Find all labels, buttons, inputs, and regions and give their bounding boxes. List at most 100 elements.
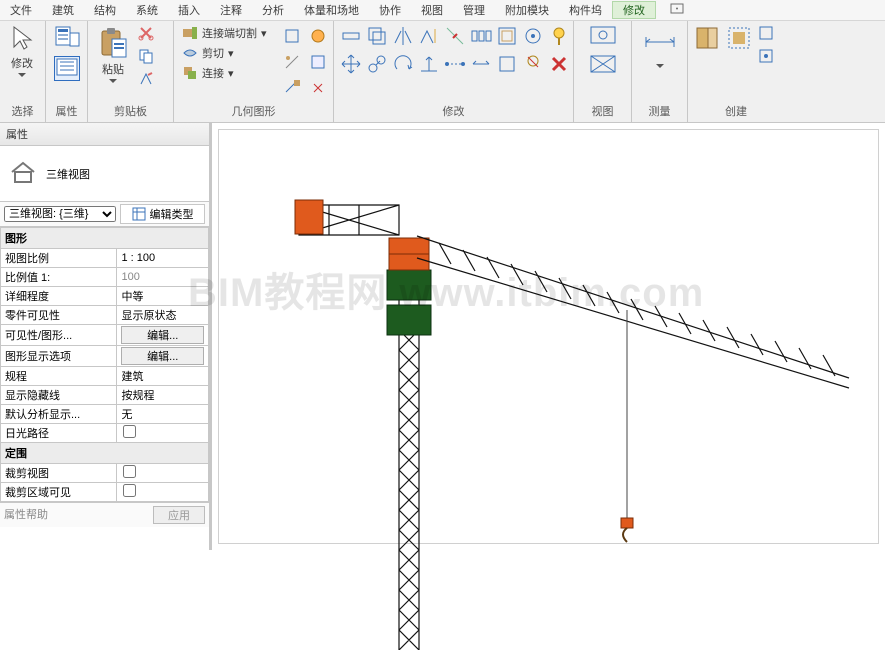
geom-icon[interactable] bbox=[307, 77, 329, 99]
delete-icon[interactable] bbox=[548, 53, 570, 75]
menu-struct[interactable]: 结构 bbox=[84, 2, 126, 18]
ribbon-group-label: 剪贴板 bbox=[88, 101, 173, 122]
apply-button[interactable]: 应用 bbox=[153, 506, 205, 524]
menu-overflow-icon[interactable] bbox=[660, 3, 698, 18]
parts-vis-value[interactable]: 显示原状态 bbox=[117, 306, 209, 325]
prop-key: 图形显示选项 bbox=[1, 346, 117, 367]
menu-file[interactable]: 文件 bbox=[0, 2, 42, 18]
scale-icon[interactable] bbox=[496, 25, 518, 47]
ribbon-group-label: 选择 bbox=[0, 101, 45, 122]
show-hidden-value[interactable]: 按规程 bbox=[117, 386, 209, 405]
view-icon[interactable] bbox=[589, 54, 617, 77]
rotate-icon[interactable] bbox=[392, 53, 414, 75]
modify-tool-label: 修改 bbox=[11, 55, 33, 71]
align-icon[interactable] bbox=[340, 25, 362, 47]
properties-button[interactable] bbox=[54, 25, 80, 52]
default-analysis-value[interactable]: 无 bbox=[117, 405, 209, 424]
properties-help-link[interactable]: 属性帮助 bbox=[4, 506, 48, 524]
prop-key: 裁剪区域可见 bbox=[1, 483, 117, 502]
chevron-down-icon bbox=[18, 73, 26, 77]
geom-icon[interactable] bbox=[307, 51, 329, 73]
detail-level-value[interactable]: 中等 bbox=[117, 287, 209, 306]
prop-key: 可见性/图形... bbox=[1, 325, 117, 346]
mirror-axis-icon[interactable] bbox=[392, 25, 414, 47]
view-canvas-wrap bbox=[212, 123, 885, 550]
pin-icon[interactable] bbox=[548, 25, 570, 47]
icon[interactable] bbox=[470, 53, 492, 75]
type-selector-row: 三维视图: {三维} 编辑类型 bbox=[0, 201, 209, 227]
geom-icon[interactable] bbox=[281, 51, 303, 73]
geom-icon[interactable] bbox=[281, 25, 303, 47]
cope-label: 连接端切割 bbox=[202, 25, 257, 41]
menu-insert[interactable]: 插入 bbox=[168, 2, 210, 18]
icon[interactable] bbox=[522, 25, 544, 47]
view-icon[interactable] bbox=[589, 25, 617, 48]
ribbon-group-create: 创建 bbox=[688, 21, 784, 122]
match-icon[interactable] bbox=[138, 71, 154, 90]
icon[interactable] bbox=[496, 53, 518, 75]
panel-family-header: 三维视图 bbox=[0, 146, 209, 201]
measure-icon[interactable] bbox=[642, 33, 678, 54]
create-icon[interactable] bbox=[694, 25, 720, 54]
panel-footer: 属性帮助 应用 bbox=[0, 502, 209, 527]
graph-display-edit-button[interactable]: 编辑... bbox=[121, 347, 204, 365]
split-icon[interactable] bbox=[444, 25, 466, 47]
geom-icon[interactable] bbox=[307, 25, 329, 47]
cut-geom-button[interactable]: 剪切 ▾ bbox=[180, 45, 269, 61]
unpin-icon[interactable] bbox=[522, 53, 544, 75]
prop-key: 默认分析显示... bbox=[1, 405, 117, 424]
menu-goujian[interactable]: 构件坞 bbox=[559, 2, 612, 18]
menu-arch[interactable]: 建筑 bbox=[42, 2, 84, 18]
menu-modify[interactable]: 修改 bbox=[612, 1, 656, 19]
crop-view-checkbox[interactable] bbox=[123, 465, 136, 478]
offset-icon[interactable] bbox=[366, 25, 388, 47]
menu-massing[interactable]: 体量和场地 bbox=[294, 2, 369, 18]
cut-icon[interactable] bbox=[138, 25, 154, 44]
menu-collab[interactable]: 协作 bbox=[369, 2, 411, 18]
menu-systems[interactable]: 系统 bbox=[126, 2, 168, 18]
prop-key: 详细程度 bbox=[1, 287, 117, 306]
create-small-icon[interactable] bbox=[758, 48, 774, 67]
copy-modify-icon[interactable] bbox=[366, 53, 388, 75]
panel-title: 属性 bbox=[0, 123, 209, 146]
menu-annotate[interactable]: 注释 bbox=[210, 2, 252, 18]
edit-type-button[interactable]: 编辑类型 bbox=[120, 204, 205, 224]
sun-path-checkbox[interactable] bbox=[123, 425, 136, 438]
main-menu: 文件 建筑 结构 系统 插入 注释 分析 体量和场地 协作 视图 管理 附加模块… bbox=[0, 0, 885, 21]
menu-analyze[interactable]: 分析 bbox=[252, 2, 294, 18]
type-selector[interactable]: 三维视图: {三维} bbox=[4, 206, 116, 222]
geom-icon[interactable] bbox=[281, 77, 303, 99]
view-scale-input[interactable] bbox=[121, 252, 204, 264]
modify-tool-button[interactable]: 修改 bbox=[6, 25, 38, 77]
ribbon: 修改 选择 属性 粘贴 bbox=[0, 21, 885, 123]
ribbon-group-measure: 测量 bbox=[632, 21, 688, 122]
mirror-draw-icon[interactable] bbox=[418, 25, 440, 47]
trim-icon[interactable] bbox=[418, 53, 440, 75]
menu-manage[interactable]: 管理 bbox=[453, 2, 495, 18]
move-icon[interactable] bbox=[340, 53, 362, 75]
ribbon-group-select: 修改 选择 bbox=[0, 21, 46, 122]
vg-edit-button[interactable]: 编辑... bbox=[121, 326, 204, 344]
edit-type-label: 编辑类型 bbox=[150, 206, 194, 222]
copy-icon[interactable] bbox=[138, 48, 154, 67]
array-icon[interactable] bbox=[470, 25, 492, 47]
cope-button[interactable]: 连接端切割 ▾ bbox=[180, 25, 269, 41]
create-group-icon[interactable] bbox=[726, 25, 752, 54]
prop-key: 日光路径 bbox=[1, 424, 117, 443]
panel-family-name: 三维视图 bbox=[46, 166, 90, 182]
create-small-icon[interactable] bbox=[758, 25, 774, 44]
view-canvas[interactable] bbox=[218, 129, 879, 544]
tower-crane-model bbox=[239, 140, 869, 650]
workspace: 属性 三维视图 三维视图: {三维} 编辑类型 图形 视图比例 比例值 1: 1… bbox=[0, 123, 885, 550]
properties-filter-button[interactable] bbox=[54, 56, 80, 81]
crop-visible-checkbox[interactable] bbox=[123, 484, 136, 497]
menu-view[interactable]: 视图 bbox=[411, 2, 453, 18]
prop-key: 比例值 1: bbox=[1, 268, 117, 287]
discipline-value[interactable]: 建筑 bbox=[117, 367, 209, 386]
extend-icon[interactable] bbox=[444, 53, 466, 75]
cut-geom-label: 剪切 bbox=[202, 45, 224, 61]
paste-button[interactable]: 粘贴 bbox=[94, 25, 132, 83]
join-button[interactable]: 连接 ▾ bbox=[180, 65, 269, 81]
menu-addins[interactable]: 附加模块 bbox=[495, 2, 559, 18]
ribbon-group-clipboard: 粘贴 剪贴板 bbox=[88, 21, 174, 122]
